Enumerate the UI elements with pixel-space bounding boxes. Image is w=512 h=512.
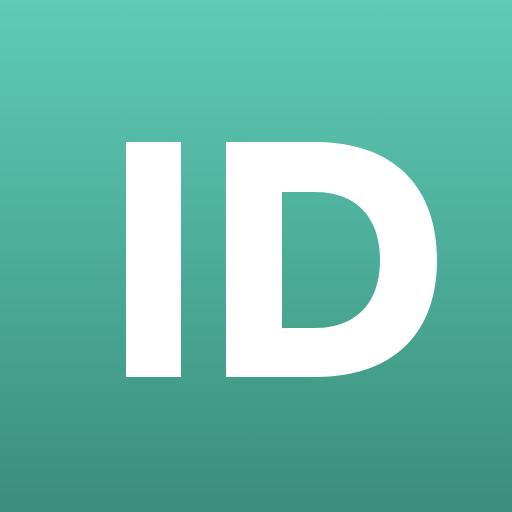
- letter-i-shape: [126, 142, 181, 377]
- app-icon-graphic: [0, 0, 512, 512]
- id-logo-glyph: [126, 142, 437, 377]
- app-icon: [0, 0, 512, 512]
